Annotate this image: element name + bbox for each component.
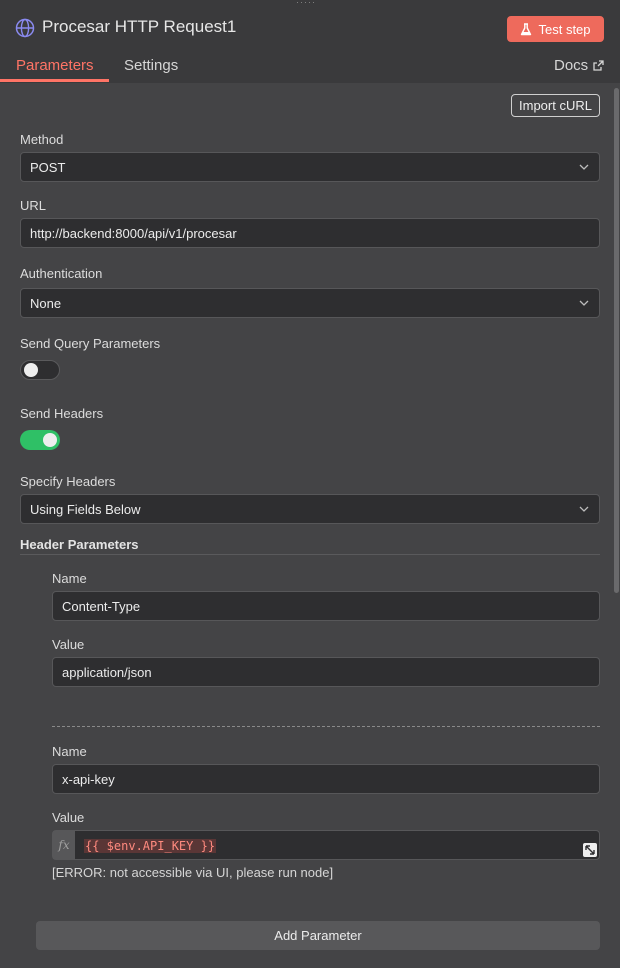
authentication-value: None: [30, 295, 62, 311]
header-name-input[interactable]: x-api-key: [52, 764, 600, 794]
header-value-expression-input[interactable]: fx {{ $env.API_KEY }}: [52, 830, 600, 860]
node-header: ····· Procesar HTTP Request1 Test step P…: [0, 0, 620, 83]
docs-label: Docs: [554, 57, 589, 74]
tab-parameters[interactable]: Parameters: [16, 57, 94, 74]
fx-icon: fx: [53, 831, 75, 859]
method-label: Method: [20, 132, 64, 147]
toggle-knob: [43, 433, 57, 447]
specify-headers-value: Using Fields Below: [30, 501, 141, 517]
add-parameter-button[interactable]: Add Parameter: [36, 921, 600, 950]
header-name-label: Name: [52, 571, 87, 586]
method-select[interactable]: POST: [20, 152, 600, 182]
header-value-input[interactable]: application/json: [52, 657, 600, 687]
specify-headers-label: Specify Headers: [20, 474, 116, 489]
expression-error: [ERROR: not accessible via UI, please ru…: [52, 865, 334, 880]
header-name-label: Name: [52, 744, 87, 759]
test-step-label: Test step: [538, 21, 591, 37]
scrollbar[interactable]: [614, 88, 619, 593]
authentication-select[interactable]: None: [20, 288, 600, 318]
authentication-label: Authentication: [20, 266, 103, 281]
parameter-divider: [52, 726, 600, 727]
header-value-label: Value: [52, 810, 85, 825]
method-value: POST: [30, 159, 66, 175]
expression-value: {{ $env.API_KEY }}: [84, 839, 217, 853]
header-name-value: x-api-key: [62, 771, 115, 787]
send-headers-toggle[interactable]: [20, 430, 60, 450]
url-value: http://backend:8000/api/v1/procesar: [30, 225, 237, 241]
chevron-down-icon: [579, 300, 589, 306]
globe-icon: [15, 18, 35, 38]
node-title[interactable]: Procesar HTTP Request1: [42, 17, 236, 37]
header-value-value: application/json: [62, 664, 152, 680]
url-label: URL: [20, 198, 47, 213]
import-curl-button[interactable]: Import cURL: [511, 94, 600, 117]
url-input[interactable]: http://backend:8000/api/v1/procesar: [20, 218, 600, 248]
test-step-button[interactable]: Test step: [507, 16, 604, 42]
send-query-parameters-label: Send Query Parameters: [20, 336, 161, 351]
tab-settings[interactable]: Settings: [124, 57, 178, 74]
external-link-icon: [593, 60, 604, 71]
chevron-down-icon: [579, 506, 589, 512]
specify-headers-select[interactable]: Using Fields Below: [20, 494, 600, 524]
docs-link[interactable]: Docs: [554, 57, 604, 74]
chevron-down-icon: [579, 164, 589, 170]
send-query-parameters-toggle[interactable]: [20, 360, 60, 380]
flask-icon: [521, 22, 532, 35]
toggle-knob: [24, 363, 38, 377]
header-name-value: Content-Type: [62, 598, 141, 614]
section-divider: [20, 554, 600, 555]
header-value-label: Value: [52, 637, 85, 652]
send-headers-label: Send Headers: [20, 406, 104, 421]
header-parameters-title: Header Parameters: [20, 537, 139, 552]
active-tab-indicator: [0, 79, 109, 82]
drag-handle-icon[interactable]: ·····: [296, 0, 316, 7]
header-name-input[interactable]: Content-Type: [52, 591, 600, 621]
expand-icon[interactable]: [583, 843, 597, 857]
